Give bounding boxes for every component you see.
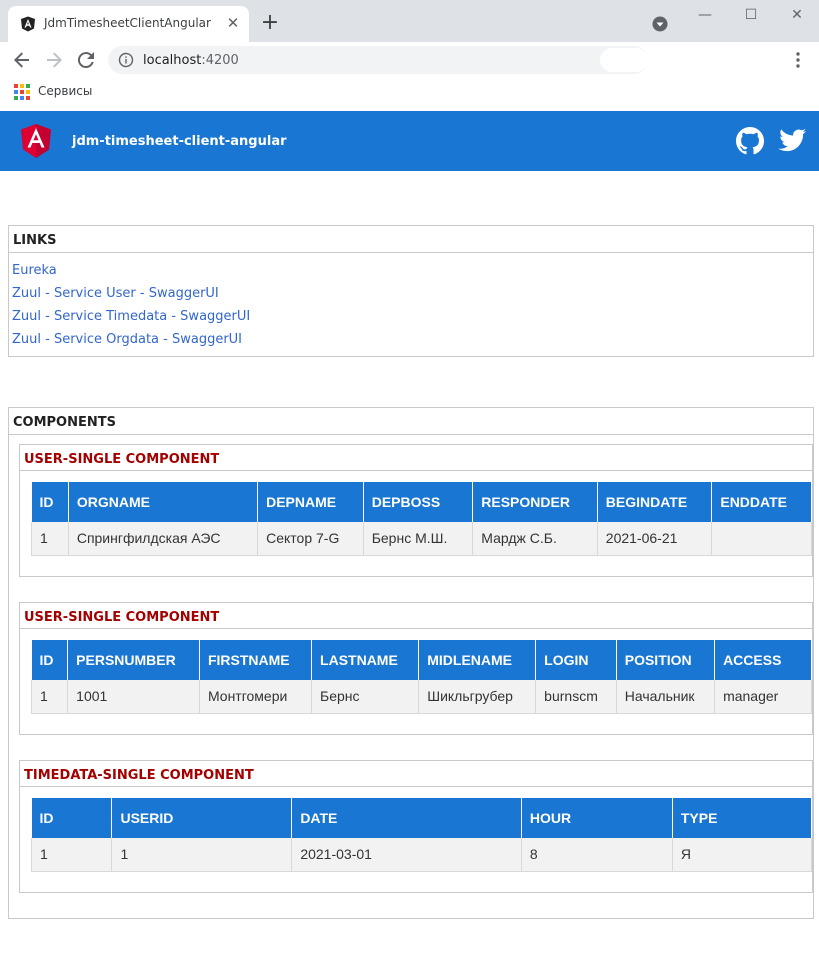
table-cell: 2021-06-21 — [597, 522, 713, 556]
browser-toolbar: localhost:4200 — [0, 42, 819, 78]
address-bar[interactable]: localhost:4200 — [108, 46, 648, 74]
column-header: RESPONDER — [472, 482, 598, 522]
table-row: 1 Спрингфилдская АЭС Сектор 7-G Бернс М.… — [31, 522, 812, 556]
link-swagger-timedata[interactable]: Zuul - Service Timedata - SwaggerUI — [12, 305, 810, 328]
org-table: ID ORGNAME DEPNAME DEPBOSS RESPONDER BEG… — [31, 482, 812, 556]
links-title: LINKS — [9, 226, 813, 253]
apps-grid-icon[interactable] — [14, 84, 30, 100]
tab-title: JdmTimesheetClientAngular — [44, 16, 211, 30]
column-header: DATE — [291, 798, 522, 838]
browser-tabbar: JdmTimesheetClientAngular ✕ + — ☐ ✕ — [0, 0, 819, 42]
table-cell: manager — [714, 680, 812, 714]
url-host: localhost — [143, 53, 202, 68]
column-header: LASTNAME — [311, 640, 420, 680]
column-header: TYPE — [672, 798, 812, 838]
omnibox-action-area[interactable] — [600, 48, 648, 72]
table-cell: Монтгомери — [199, 680, 313, 714]
table-cell: Спрингфилдская АЭС — [68, 522, 259, 556]
user-component-panel: USER-SINGLE COMPONENT ID PERSNUMBER FIRS… — [19, 602, 813, 735]
column-header: ID — [31, 482, 69, 522]
column-header: PERSNUMBER — [67, 640, 200, 680]
column-header: FIRSTNAME — [199, 640, 313, 680]
forward-arrow-icon[interactable] — [42, 48, 66, 72]
org-component-panel: USER-SINGLE COMPONENT ID ORGNAME DEPNAME… — [19, 444, 813, 577]
table-row: 1 1 2021-03-01 8 Я — [30, 838, 812, 872]
link-swagger-user[interactable]: Zuul - Service User - SwaggerUI — [12, 282, 810, 305]
links-panel: LINKS Eureka Zuul - Service User - Swagg… — [8, 225, 814, 357]
links-list: Eureka Zuul - Service User - SwaggerUI Z… — [9, 253, 813, 357]
column-header: MIDLENAME — [418, 640, 537, 680]
column-header: ID — [31, 640, 69, 680]
app-header: jdm-timesheet-client-angular — [0, 111, 819, 171]
tab-close-icon[interactable]: ✕ — [223, 13, 243, 33]
column-header: USERID — [111, 798, 293, 838]
menu-dots-icon[interactable] — [788, 50, 808, 70]
column-header: POSITION — [616, 640, 716, 680]
github-icon[interactable] — [736, 127, 764, 155]
column-header: ORGNAME — [68, 482, 259, 522]
new-tab-button[interactable]: + — [258, 12, 282, 36]
table-cell: Бернс — [311, 680, 420, 714]
table-cell: Шикльгрубер — [418, 680, 537, 714]
close-window-button[interactable]: ✕ — [782, 4, 812, 26]
table-header-row: ID ORGNAME DEPNAME DEPBOSS RESPONDER BEG… — [31, 482, 812, 522]
tab-search-icon[interactable] — [652, 16, 668, 32]
table-cell: Мардж С.Б. — [472, 522, 598, 556]
table-cell: 1 — [30, 680, 69, 714]
table-cell: burnscm — [535, 680, 617, 714]
twitter-icon[interactable] — [778, 128, 806, 152]
table-header-row: ID PERSNUMBER FIRSTNAME LASTNAME MIDLENA… — [31, 640, 812, 680]
app-title: jdm-timesheet-client-angular — [72, 134, 287, 149]
column-header: DEPNAME — [257, 482, 364, 522]
table-cell: 1001 — [67, 680, 200, 714]
table-row: 1 1001 Монтгомери Бернс Шикльгрубер burn… — [30, 680, 812, 714]
table-cell: 1 — [30, 838, 113, 872]
table-cell: Я — [672, 838, 812, 872]
table-cell: 1 — [111, 838, 293, 872]
org-component-title: USER-SINGLE COMPONENT — [20, 445, 812, 471]
back-arrow-icon[interactable] — [10, 48, 34, 72]
table-header-row: ID USERID DATE HOUR TYPE — [31, 798, 812, 838]
angular-logo-icon — [21, 124, 51, 158]
url-text: localhost:4200 — [143, 53, 239, 68]
link-swagger-orgdata[interactable]: Zuul - Service Orgdata - SwaggerUI — [12, 328, 810, 351]
column-header: BEGINDATE — [597, 482, 713, 522]
table-cell: Начальник — [616, 680, 716, 714]
table-cell: Бернс М.Ш. — [363, 522, 474, 556]
link-eureka[interactable]: Eureka — [12, 259, 810, 282]
table-cell: Сектор 7-G — [257, 522, 364, 556]
minimize-button[interactable]: — — [690, 4, 720, 26]
browser-tab[interactable]: JdmTimesheetClientAngular ✕ — [8, 6, 249, 42]
maximize-button[interactable]: ☐ — [736, 4, 766, 26]
bookmarks-bar: Сервисы — [0, 78, 819, 110]
bookmark-services[interactable]: Сервисы — [38, 84, 92, 98]
column-header: ID — [31, 798, 113, 838]
table-cell — [711, 522, 812, 556]
timedata-table: ID USERID DATE HOUR TYPE 1 1 2021-03-01 … — [30, 798, 812, 872]
timedata-component-title: TIMEDATA-SINGLE COMPONENT — [20, 761, 812, 787]
column-header: DEPBOSS — [363, 482, 474, 522]
column-header: ENDDATE — [711, 482, 812, 522]
components-title: COMPONENTS — [9, 408, 813, 435]
table-cell: 1 — [31, 522, 69, 556]
reload-icon[interactable] — [74, 48, 98, 72]
table-cell: 2021-03-01 — [291, 838, 522, 872]
info-icon[interactable] — [118, 52, 134, 68]
table-cell: 8 — [521, 838, 673, 872]
column-header: HOUR — [521, 798, 673, 838]
angular-favicon-icon — [21, 16, 35, 32]
timedata-component-panel: TIMEDATA-SINGLE COMPONENT ID USERID DATE… — [19, 760, 813, 893]
user-component-title: USER-SINGLE COMPONENT — [20, 603, 812, 629]
url-port: :4200 — [201, 53, 239, 68]
column-header: LOGIN — [535, 640, 617, 680]
column-header: ACCESS — [714, 640, 812, 680]
user-table: ID PERSNUMBER FIRSTNAME LASTNAME MIDLENA… — [30, 640, 812, 714]
